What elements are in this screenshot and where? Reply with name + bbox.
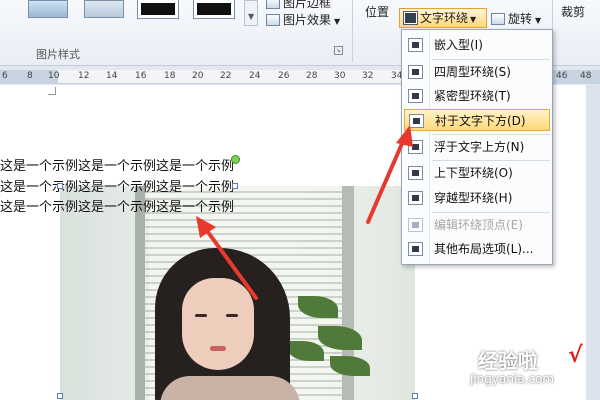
through-wrap-icon [408,191,423,205]
menu-item-more-layout-options[interactable]: 其他布局选项(L)... [404,238,550,260]
ruler-label: 10 [48,71,60,81]
text-wrap-button[interactable]: 文字环绕 ▼ [399,8,487,28]
group-label-picture-styles: 图片样式 [36,48,80,61]
ruler-label: 28 [306,71,318,81]
resize-handle-top-left[interactable] [57,183,63,189]
ruler-label: 16 [135,71,147,81]
ruler-label: 24 [249,71,261,81]
chevron-down-icon: ▼ [470,15,477,24]
ruler-label: 26 [278,71,290,81]
document-text-line: 这是一个示例这是一个示例这是一个示例 [0,180,235,195]
resize-handle-top[interactable] [232,183,238,189]
text-wrap-icon [403,11,418,25]
behind-text-icon [409,114,424,128]
watermark-text: 经验啦 [478,349,538,373]
dialog-launcher-icon[interactable]: ↘ [334,46,343,55]
picture-effects-icon [266,14,280,26]
menu-separator [432,160,550,161]
photo-person-eye [195,314,207,317]
crop-button[interactable]: 裁剪 [561,3,585,20]
top-bottom-wrap-icon [408,166,423,180]
menu-item-tight[interactable]: 紧密型环绕(T) [404,85,550,107]
ruler-label: 20 [192,71,204,81]
inserted-photo[interactable] [60,186,415,400]
inline-wrap-icon [408,38,423,52]
square-wrap-icon [408,65,423,79]
photo-person-face [182,278,254,370]
document-text-line: 这是一个示例这是一个示例这是一个示例 [0,159,235,174]
chevron-down-icon: ▼ [535,16,542,25]
ruler-label: 18 [164,71,176,81]
picture-style-thumbnail-3[interactable] [137,0,179,19]
photo-person-lips [210,346,226,351]
ruler-label: 6 [2,71,8,81]
chevron-down-icon: ▼ [334,17,341,26]
position-button[interactable]: 位置 [365,3,389,20]
resize-handle-bottom-left[interactable] [57,393,63,399]
picture-style-thumbnail-1[interactable] [28,0,68,18]
menu-item-edit-wrap-points: 编辑环绕顶点(E) [404,214,550,236]
watermark: 经验啦 √ jingyanla.com [470,343,596,397]
menu-item-in-front-of-text[interactable]: 浮于文字上方(N) [404,136,550,158]
rotation-handle[interactable] [231,155,240,164]
ruler-label: 14 [106,71,118,81]
menu-item-top-and-bottom[interactable]: 上下型环绕(O) [404,162,550,184]
watermark-url: jingyanla.com [470,372,555,386]
picture-style-thumbnail-4[interactable] [193,0,235,19]
menu-separator [432,134,550,135]
picture-border-button[interactable]: 图片边框 [266,0,331,11]
ruler-label: 30 [334,71,346,81]
ruler-label: 32 [362,71,374,81]
tight-wrap-icon [408,89,423,103]
text-wrap-menu: 嵌入型(I) 四周型环绕(S) 紧密型环绕(T) 衬于文字下方(D) 浮于文字上… [401,29,553,265]
rotate-icon [491,13,505,25]
menu-separator [432,59,550,60]
ruler-label: 12 [78,71,90,81]
menu-item-behind-text[interactable]: 衬于文字下方(D) [404,109,550,131]
picture-effects-button[interactable]: 图片效果 ▼ [266,11,340,28]
layout-options-icon [408,242,423,256]
rotate-button[interactable]: 旋转 ▼ [491,10,541,27]
edit-wrap-points-icon [408,218,423,232]
picture-style-thumbnail-2[interactable] [84,0,124,18]
chevron-down-icon: ▼ [248,12,255,21]
margin-corner-mark [48,87,56,95]
ruler-label: 48 [580,71,592,81]
ruler-label: 8 [27,71,33,81]
checkmark-icon: √ [568,343,583,368]
resize-handle-bottom-right[interactable] [412,393,418,399]
ruler-label: 46 [556,71,568,81]
gallery-more-button[interactable]: ▼ [244,0,258,26]
menu-separator [432,212,550,213]
ruler-label: 22 [220,71,232,81]
photo-person-eye [226,314,238,317]
menu-item-inline[interactable]: 嵌入型(I) [404,34,550,56]
menu-item-square[interactable]: 四周型环绕(S) [404,61,550,83]
photo-person-sweater [160,376,300,400]
document-text-line: 这是一个示例这是一个示例这是一个示例 [0,200,235,215]
picture-border-icon [266,0,280,9]
menu-item-through[interactable]: 穿越型环绕(H) [404,187,550,209]
in-front-of-text-icon [408,140,423,154]
ribbon-separator [352,0,353,62]
